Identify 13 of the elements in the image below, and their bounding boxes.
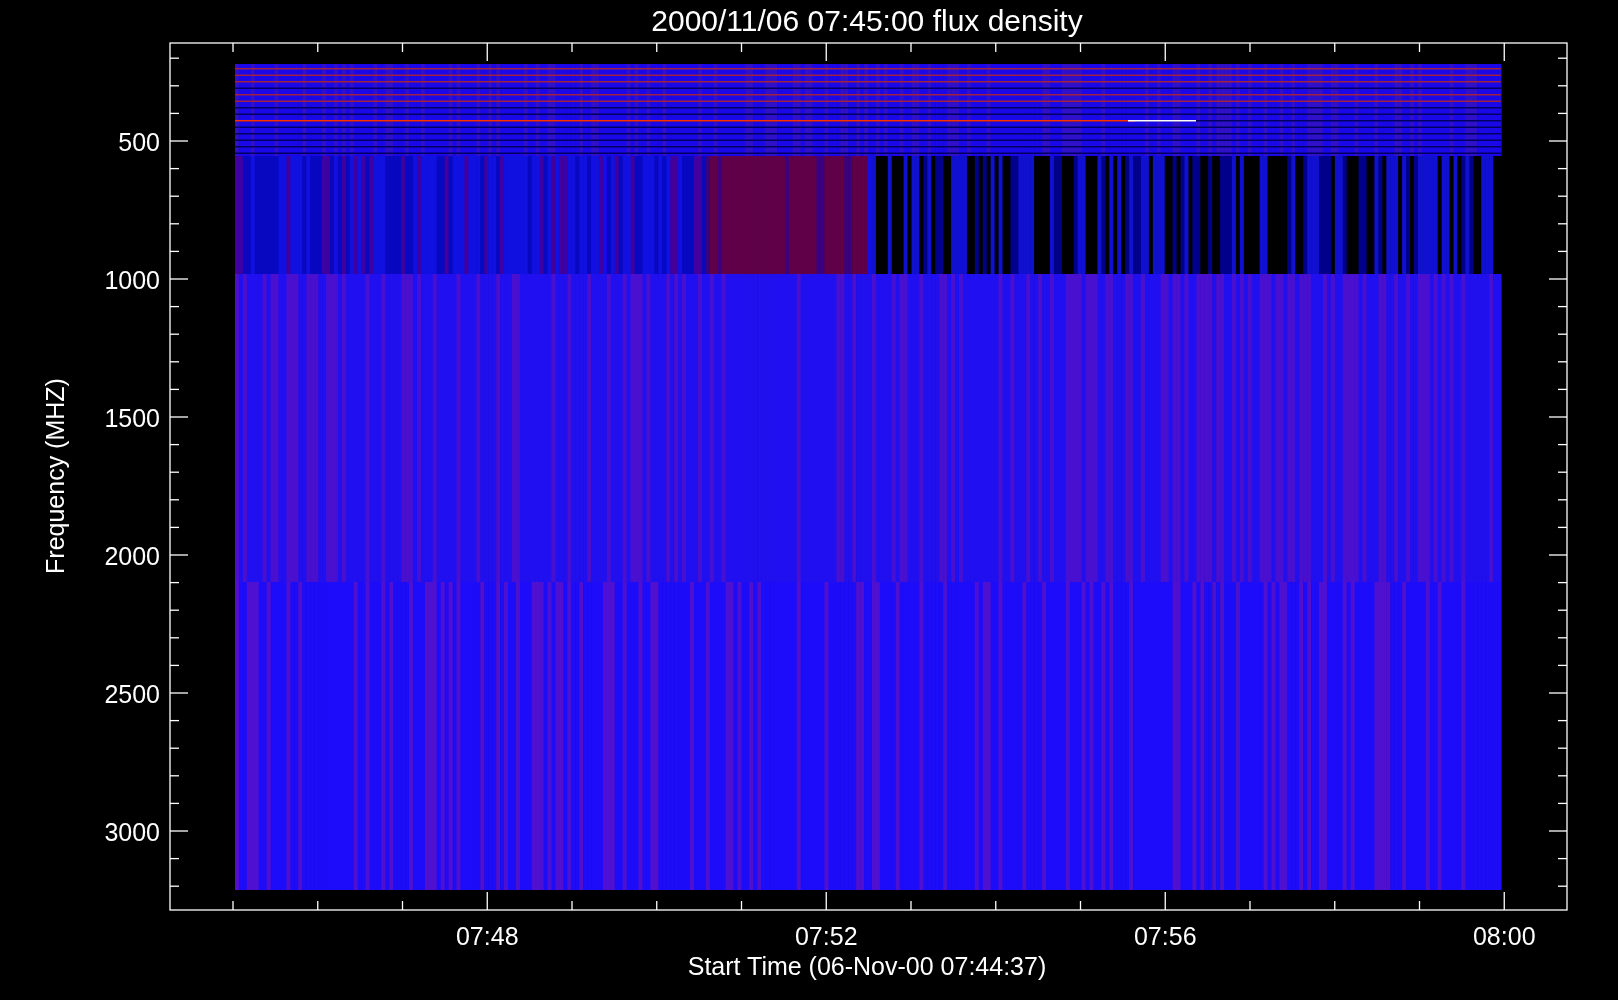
x-tick-label: 07:48	[455, 922, 519, 950]
y-tick-label: 2500	[104, 680, 160, 708]
x-tick-label: 07:52	[794, 922, 858, 950]
x-axis-label: Start Time (06-Nov-00 07:44:37)	[687, 952, 1047, 980]
y-tick-label: 500	[118, 128, 160, 156]
x-tick-label: 08:00	[1472, 922, 1536, 950]
y-tick-label: 3000	[104, 818, 160, 846]
plot-title: 2000/11/06 07:45:00 flux density	[651, 4, 1083, 37]
y-axis-label: Frequency (MHZ)	[41, 378, 69, 574]
y-tick-label: 1500	[104, 404, 160, 432]
x-tick-label: 07:56	[1133, 922, 1197, 950]
y-tick-label: 1000	[104, 266, 160, 294]
y-tick-label: 2000	[104, 542, 160, 570]
